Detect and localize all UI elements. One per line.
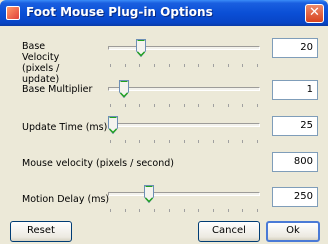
mouse-velocity-value: 800 [272,152,318,172]
motion-delay-slider-ticks [110,209,258,213]
title-bar[interactable]: Foot Mouse Plug-in Options ✕ [0,0,328,26]
base-velocity-value[interactable]: 20 [272,38,318,58]
base-velocity-label: Base Velocity (pixels / update) [22,41,60,85]
window-title: Foot Mouse Plug-in Options [26,5,213,19]
update-time-slider-ticks [110,140,258,144]
base-velocity-slider-track[interactable] [108,46,260,50]
app-icon [6,6,20,20]
update-time-slider-thumb[interactable] [108,116,118,134]
motion-delay-label: Motion Delay (ms) [22,194,110,205]
update-time-slider-track[interactable] [108,123,260,127]
base-multiplier-value[interactable]: 1 [272,80,318,100]
base-velocity-slider-thumb[interactable] [136,39,146,57]
base-multiplier-slider-track[interactable] [108,87,260,91]
update-time-label: Update Time (ms) [22,122,108,133]
base-velocity-slider-ticks [110,64,258,68]
cancel-button[interactable]: Cancel [198,221,260,242]
base-multiplier-label: Base Multiplier [22,84,93,95]
motion-delay-slider-track[interactable] [108,192,260,196]
update-time-value[interactable]: 25 [272,116,318,136]
close-button[interactable]: ✕ [305,4,324,23]
ok-button[interactable]: Ok [266,221,320,242]
base-multiplier-slider-ticks [110,104,258,108]
base-multiplier-slider-thumb[interactable] [119,80,129,98]
options-dialog: Foot Mouse Plug-in Options ✕ Base Veloci… [0,0,328,244]
motion-delay-slider-thumb[interactable] [144,185,154,203]
mouse-velocity-label: Mouse velocity (pixels / second) [22,158,174,169]
reset-button[interactable]: Reset [10,221,72,242]
motion-delay-value[interactable]: 250 [272,187,318,207]
